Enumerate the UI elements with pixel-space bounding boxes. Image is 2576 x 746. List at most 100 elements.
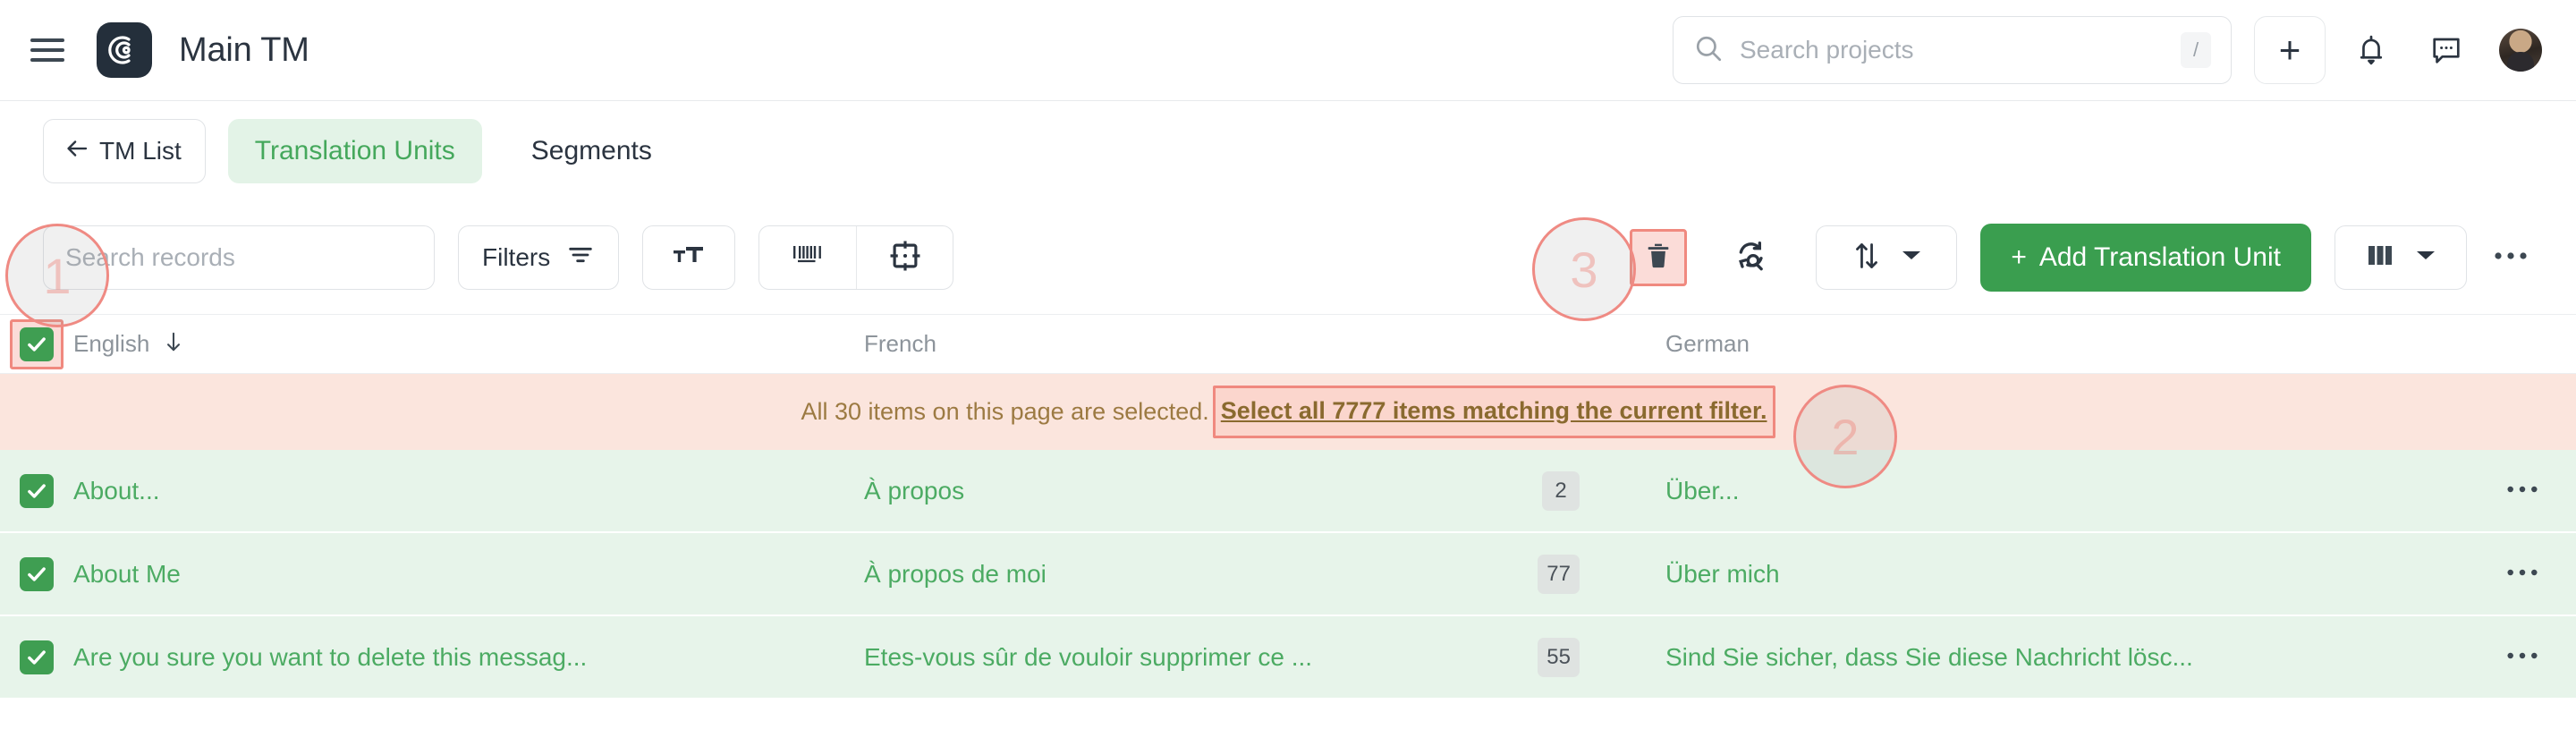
trash-icon (1643, 241, 1674, 276)
row-actions-button[interactable] (2469, 483, 2576, 499)
search-records-placeholder: Search records (65, 243, 235, 271)
table-row[interactable]: Are you sure you want to delete this mes… (0, 616, 2576, 699)
column-header-english[interactable]: English (73, 330, 864, 358)
more-horizontal-icon (2505, 566, 2539, 582)
text-size-icon (672, 242, 706, 275)
tab-translation-units[interactable]: Translation Units (227, 119, 482, 183)
sort-arrows-icon (1852, 240, 1882, 276)
placeholder-target-icon (888, 239, 922, 277)
barcode-icon-button[interactable] (759, 226, 856, 289)
columns-button[interactable] (2334, 225, 2467, 290)
selection-banner-text: All 30 items on this page are selected. (801, 398, 1209, 425)
cell-french-text: Etes-vous sûr de vouloir supprimer ce ..… (864, 642, 1313, 671)
cell-french-count-badge: 77 (1538, 554, 1580, 594)
cell-french-text: À propos (864, 476, 965, 504)
select-all-checkbox[interactable] (10, 318, 64, 369)
selection-banner: All 30 items on this page are selected. … (0, 374, 2576, 450)
cell-french: À propos 2 (864, 470, 1665, 511)
app-logo-icon[interactable] (97, 22, 152, 78)
column-header-german-label: German (1665, 330, 1750, 357)
translation-units-table: English French German All 30 items on th… (0, 314, 2576, 699)
table-row[interactable]: About Me À propos de moi 77 Über mich (0, 533, 2576, 616)
cell-french-count-badge: 55 (1538, 637, 1580, 677)
create-new-button[interactable]: + (2254, 16, 2326, 84)
more-options-button[interactable] (2479, 226, 2542, 289)
refresh-search-button[interactable] (1719, 229, 1784, 286)
top-bar: Main TM Search projects / + (0, 0, 2576, 101)
row-checkbox-cell (0, 640, 73, 674)
row-checkbox-cell (0, 556, 73, 591)
column-header-english-label: English (73, 330, 150, 357)
row-actions-button[interactable] (2469, 649, 2576, 665)
row-checkbox[interactable] (20, 640, 54, 674)
arrow-left-icon (64, 135, 90, 168)
cell-english: About Me (73, 560, 864, 589)
arrow-down-icon (162, 330, 185, 358)
cell-german-text: Sind Sie sicher, dass Sie diese Nachrich… (1665, 642, 2193, 671)
cell-french: À propos de moi 77 (864, 554, 1665, 594)
refresh-search-icon (1733, 238, 1769, 278)
chevron-down-icon (2416, 250, 2436, 267)
toolbar-right: + Add Translation Unit (1630, 224, 2542, 292)
table-row[interactable]: About... À propos 2 Über... (0, 450, 2576, 533)
row-checkbox-cell (0, 473, 73, 508)
plus-icon: + (2011, 242, 2027, 272)
select-all-matching-link-highlight: Select all 7777 items matching the curre… (1212, 386, 1775, 438)
cell-french: Etes-vous sûr de vouloir supprimer ce ..… (864, 637, 1665, 677)
sort-button[interactable] (1816, 225, 1958, 290)
cell-german-text: Über... (1665, 476, 1740, 504)
search-records-input[interactable]: Search records (43, 225, 435, 290)
cell-german: Sind Sie sicher, dass Sie diese Nachrich… (1665, 643, 2469, 672)
filters-button[interactable]: Filters (458, 225, 620, 290)
page-title: Main TM (179, 30, 309, 69)
text-size-icon-button[interactable] (642, 225, 736, 290)
placeholder-target-icon-button[interactable] (856, 226, 953, 289)
toolbar: Search records Filters + Add Translation… (0, 201, 2576, 314)
bell-icon[interactable] (2342, 21, 2401, 80)
view-mode-group (758, 225, 954, 290)
search-projects-input[interactable]: Search projects / (1673, 16, 2232, 84)
hamburger-icon[interactable] (30, 37, 64, 64)
cell-german: Über mich (1665, 560, 2469, 589)
filters-label: Filters (482, 243, 551, 271)
tabs-row: TM List Translation Units Segments (0, 101, 2576, 201)
cell-german-text: Über mich (1665, 559, 1780, 588)
column-header-french[interactable]: French (864, 330, 1665, 358)
column-header-german[interactable]: German (1665, 330, 2469, 358)
chat-icon[interactable] (2417, 21, 2476, 80)
cell-english-text: About Me (73, 559, 181, 588)
row-checkbox[interactable] (20, 556, 54, 591)
cell-english-text: Are you sure you want to delete this mes… (73, 642, 588, 671)
search-projects-placeholder: Search projects (1740, 36, 1914, 64)
cell-french-count-badge: 2 (1542, 470, 1580, 511)
add-translation-unit-label: Add Translation Unit (2038, 242, 2281, 272)
tab-segments[interactable]: Segments (504, 119, 679, 183)
more-horizontal-icon (2505, 483, 2539, 499)
row-actions-button[interactable] (2469, 566, 2576, 582)
select-all-matching-link[interactable]: Select all 7777 items matching the curre… (1221, 397, 1767, 424)
tm-list-label: TM List (99, 137, 182, 165)
row-checkbox[interactable] (20, 473, 54, 508)
top-bar-right: Search projects / + (1673, 16, 2542, 84)
add-translation-unit-button[interactable]: + Add Translation Unit (1980, 224, 2311, 292)
search-icon (1693, 33, 1724, 68)
user-avatar[interactable] (2499, 29, 2542, 72)
select-all-cell (0, 318, 73, 369)
checkbox-checked-icon (20, 326, 54, 361)
more-horizontal-icon (2505, 649, 2539, 665)
chevron-down-icon (1902, 250, 1921, 267)
cell-german: Über... (1665, 477, 2469, 505)
cell-english-text: About... (73, 476, 160, 504)
search-shortcut-key: / (2181, 32, 2211, 68)
delete-selected-button[interactable] (1630, 229, 1688, 286)
cell-english: Are you sure you want to delete this mes… (73, 643, 864, 672)
more-horizontal-icon (2493, 250, 2529, 266)
columns-icon (2366, 242, 2396, 274)
filter-icon (566, 241, 595, 276)
cell-english: About... (73, 477, 864, 505)
barcode-icon (791, 242, 825, 274)
tm-list-back-button[interactable]: TM List (43, 119, 206, 183)
cell-french-text: À propos de moi (864, 559, 1046, 588)
column-header-french-label: French (864, 330, 936, 357)
table-header-row: English French German (0, 314, 2576, 374)
